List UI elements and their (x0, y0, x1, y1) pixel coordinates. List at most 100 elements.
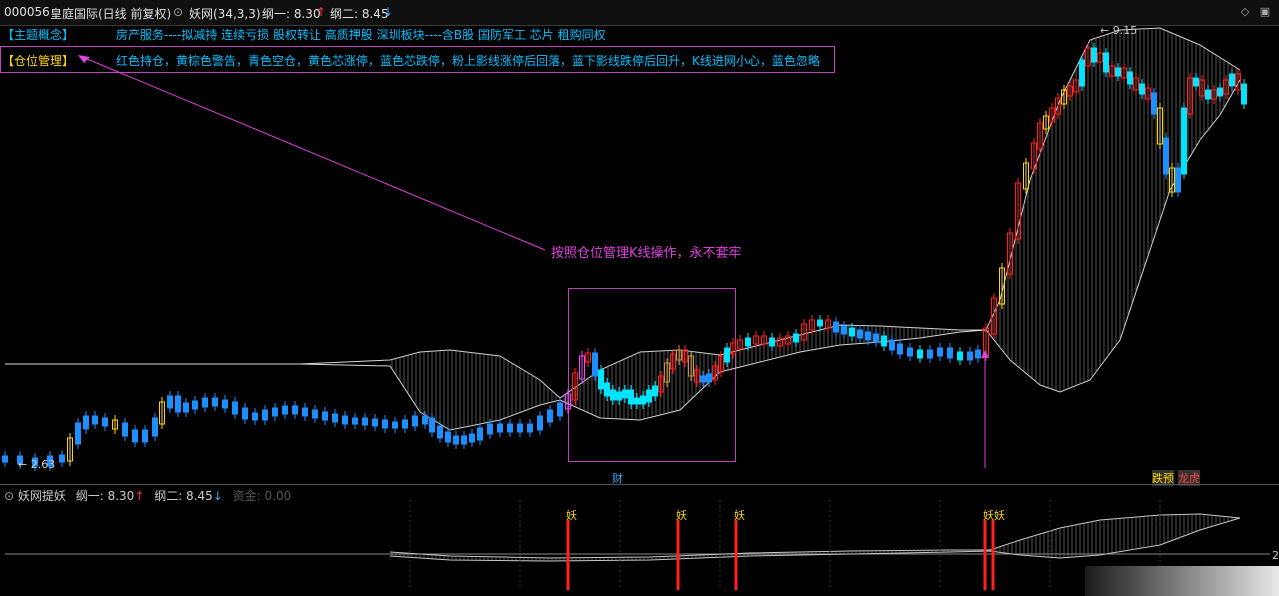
candle-body (967, 351, 973, 361)
candle-body (833, 321, 839, 333)
candle-body (849, 327, 855, 337)
arrow-head (981, 350, 989, 358)
signal-label: 妖 (734, 509, 745, 522)
candle-body (646, 389, 652, 403)
candle-body (975, 349, 981, 359)
candle-body (907, 347, 913, 357)
candle-body (652, 385, 658, 397)
candle-body (92, 415, 98, 425)
candle-body (517, 423, 523, 433)
high-price-value: 9.15 (1112, 24, 1138, 37)
low-price-label: ← 2.63 (18, 458, 56, 471)
candle-body (1127, 71, 1133, 85)
candle-body (152, 417, 158, 437)
signal-bar (983, 520, 987, 590)
candle-body (817, 319, 823, 327)
indicator-panel-title[interactable]: 妖网提妖 (18, 489, 66, 503)
signal-bar (566, 520, 570, 590)
candle-body (1163, 137, 1169, 175)
candle-body (382, 419, 388, 429)
candle-body (1115, 67, 1121, 77)
candle-body (175, 395, 181, 413)
candle-body (1181, 107, 1187, 175)
candle-body (537, 415, 543, 431)
arrow-up-icon: ↑ (134, 489, 145, 503)
candle-body (412, 415, 418, 427)
candle-body (881, 335, 887, 347)
candle-body (634, 397, 640, 405)
kline-chart[interactable] (0, 0, 1279, 596)
candle-body (769, 337, 775, 347)
candle-body (592, 352, 598, 377)
candle-body (957, 351, 963, 361)
candle-body (1091, 47, 1097, 63)
candle-body (461, 435, 467, 445)
candle-body (1103, 52, 1109, 73)
candle-body (282, 405, 288, 415)
watermark-corner (1085, 566, 1279, 596)
signal-label: 妖 (676, 509, 687, 522)
candle-body (302, 407, 308, 417)
candle-body (557, 402, 563, 417)
candle-body (437, 425, 443, 439)
indicator-net-lower (389, 517, 1241, 562)
right-axis-label: 2 (1272, 549, 1279, 562)
candle-body (507, 423, 513, 433)
candle-body (242, 407, 248, 420)
candle-body (628, 389, 634, 405)
candle-body (202, 397, 208, 408)
signal-bar (991, 520, 995, 590)
net-band-upper (5, 27, 1241, 399)
candle-body (477, 427, 483, 441)
candle-body (75, 422, 81, 445)
candle-body (897, 343, 903, 355)
candle-body (132, 429, 138, 443)
candle-body (167, 395, 173, 409)
indicator-settings-icon[interactable]: ⊙ (4, 489, 14, 503)
low-price-value: 2.63 (30, 458, 56, 471)
candle-body (1241, 83, 1247, 105)
candle-body (947, 347, 953, 359)
candle-body (183, 402, 189, 413)
candle-body (392, 421, 398, 429)
candle-body (745, 337, 751, 347)
signal-bar (676, 520, 680, 590)
candle-body (700, 375, 706, 383)
candle-body (857, 329, 863, 339)
candle-body (1229, 73, 1235, 87)
candle-body (640, 395, 646, 405)
candle-body (724, 347, 730, 363)
candle-body (453, 435, 459, 445)
candle-body (1193, 77, 1199, 87)
candle-body (547, 409, 553, 423)
candle-body (1079, 59, 1085, 87)
candle-body (497, 423, 503, 433)
net-band-lower (5, 79, 1241, 431)
panel-separator[interactable] (0, 484, 1279, 485)
candle-body (1139, 83, 1145, 95)
indicator-line2: 纲二: 8.45 (154, 489, 213, 503)
candle-body (841, 325, 847, 335)
candle-body (272, 407, 278, 417)
candle-body (402, 419, 408, 429)
candle-body (322, 411, 328, 421)
indicator-net-upper (389, 513, 1241, 559)
candle-body (59, 454, 65, 463)
candle-body (422, 415, 428, 425)
candle-body (222, 399, 228, 409)
candle-body (102, 417, 108, 427)
candle-body (706, 373, 712, 383)
candle-body (1151, 92, 1157, 115)
candle-body (889, 339, 895, 351)
candle-body (1175, 167, 1181, 193)
candle-body (917, 349, 923, 359)
candle-body (312, 409, 318, 419)
candle-body (469, 433, 475, 443)
signal-bar (734, 520, 738, 590)
high-price-label: ← 9.15 (1100, 24, 1138, 37)
signal-label: 妖 (566, 509, 577, 522)
candle-body (865, 331, 871, 341)
candle-body (1205, 89, 1211, 100)
candle-body (598, 369, 604, 390)
candle-body (927, 349, 933, 359)
